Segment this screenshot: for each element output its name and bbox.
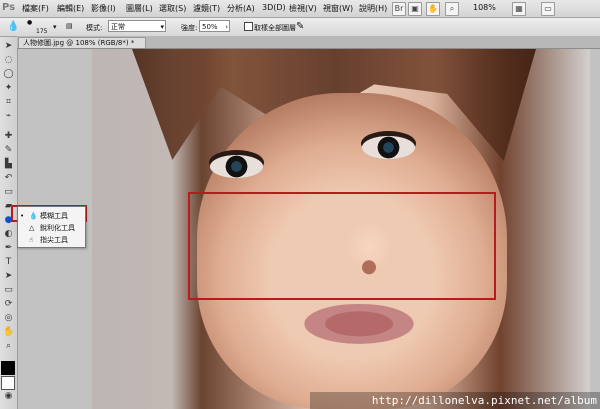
screen-mode-button[interactable]: ▭ bbox=[541, 2, 555, 16]
arrange-documents-button[interactable]: ▦ bbox=[512, 2, 526, 16]
healing-tool-icon[interactable]: ✚ bbox=[3, 131, 14, 142]
mode-label: 模式: bbox=[86, 24, 103, 32]
3d-rotate-tool-icon[interactable]: ⟳ bbox=[3, 299, 14, 310]
document-tab[interactable]: 人物修圖.jpg @ 108% (RGB/8*) * bbox=[18, 37, 146, 48]
sample-all-layers-label: 取樣全部圖層 bbox=[254, 24, 296, 32]
background-color-swatch[interactable] bbox=[1, 376, 15, 390]
move-tool-icon[interactable]: ➤ bbox=[3, 41, 14, 52]
strength-value: 50% bbox=[202, 23, 218, 31]
menu-analysis[interactable]: 分析(A) bbox=[227, 3, 255, 14]
mode-select[interactable]: 正常 ▾ bbox=[108, 20, 166, 32]
sharpen-tool-menu-icon: △ bbox=[29, 224, 35, 232]
right-eye bbox=[362, 136, 415, 159]
document-tab-bar: 人物修圖.jpg @ 108% (RGB/8*) * bbox=[17, 36, 600, 49]
menu-3d[interactable]: 3D(D) bbox=[262, 3, 286, 12]
brush-tool-icon[interactable]: ✎ bbox=[3, 145, 14, 156]
mini-bridge-button[interactable]: ▣ bbox=[408, 2, 422, 16]
pen-tool-icon[interactable]: ✒ bbox=[3, 243, 14, 254]
crop-tool-icon[interactable]: ⌗ bbox=[3, 97, 14, 108]
lasso-tool-icon[interactable]: ◯ bbox=[3, 69, 14, 80]
foreground-color-swatch[interactable] bbox=[1, 361, 15, 375]
path-selection-tool-icon[interactable]: ➤ bbox=[3, 271, 14, 282]
menu-window[interactable]: 視窗(W) bbox=[323, 3, 353, 14]
quick-mask-icon[interactable]: ◉ bbox=[3, 391, 14, 402]
tools-panel: ➤ ◌ ◯ ✦ ⌗ ⌁ ✚ ✎ ▙ ↶ ▭ ▰ ● ◐ ✒ T ➤ ▭ ⟳ ◎ … bbox=[0, 37, 18, 409]
selected-tool-bullet-icon: • bbox=[20, 212, 25, 220]
mode-dropdown-icon: ▾ bbox=[160, 23, 164, 31]
menu-filter[interactable]: 濾鏡(T) bbox=[193, 3, 220, 14]
zoom-level[interactable]: 108% bbox=[473, 3, 496, 12]
shape-tool-icon[interactable]: ▭ bbox=[3, 285, 14, 296]
tool-flyout-menu: • 💧 模糊工具 △ 銳利化工具 ☝ 指尖工具 bbox=[17, 206, 86, 248]
menu-image[interactable]: 影像(I) bbox=[91, 3, 116, 14]
pressure-brush-icon[interactable]: ✎ bbox=[296, 21, 304, 32]
lips-shape bbox=[293, 304, 425, 348]
photoshop-logo: Ps bbox=[2, 2, 16, 13]
menu-select[interactable]: 選取(S) bbox=[159, 3, 186, 14]
stamp-tool-icon[interactable]: ▙ bbox=[3, 159, 14, 170]
smudge-icon: ☝ bbox=[29, 236, 34, 244]
blur-tool-icon[interactable]: 💧 bbox=[7, 21, 19, 32]
menu-edit[interactable]: 編輯(E) bbox=[57, 3, 84, 14]
menu-view[interactable]: 檢視(V) bbox=[289, 3, 317, 14]
mode-value: 正常 bbox=[111, 23, 125, 31]
sample-all-layers-checkbox[interactable] bbox=[244, 22, 253, 31]
hand-tool-icon[interactable]: ✋ bbox=[3, 327, 14, 338]
history-brush-tool-icon[interactable]: ↶ bbox=[3, 173, 14, 184]
hand-tool-button[interactable]: ✋ bbox=[426, 2, 440, 16]
menu-layer[interactable]: 圖層(L) bbox=[126, 3, 153, 14]
menu-help[interactable]: 說明(H) bbox=[359, 3, 387, 14]
strength-label: 強度: bbox=[181, 24, 198, 32]
sharpen-tool-menu-item[interactable]: 銳利化工具 bbox=[40, 223, 75, 233]
brush-size: 175 bbox=[36, 28, 48, 35]
3d-camera-tool-icon[interactable]: ◎ bbox=[3, 313, 14, 324]
blur-tool-menu-item[interactable]: 模糊工具 bbox=[40, 211, 68, 221]
watermark: http://dillonelva.pixnet.net/album bbox=[310, 392, 600, 409]
magic-wand-tool-icon[interactable]: ✦ bbox=[3, 83, 14, 94]
type-tool-icon[interactable]: T bbox=[3, 257, 14, 268]
dodge-tool-icon[interactable]: ◐ bbox=[3, 229, 14, 240]
menu-file[interactable]: 檔案(F) bbox=[22, 3, 49, 14]
zoom-tool-button[interactable]: ⌕ bbox=[445, 2, 459, 16]
bridge-button[interactable]: Br bbox=[392, 2, 406, 16]
brush-preset-icon[interactable]: ● bbox=[27, 19, 32, 26]
strength-input[interactable]: 50% › bbox=[199, 20, 230, 32]
brush-dropdown-icon[interactable]: ▾ bbox=[53, 23, 57, 31]
brush-panel-icon[interactable]: ▤ bbox=[66, 22, 73, 30]
selected-area-highlight bbox=[188, 192, 496, 300]
menu-bar: Ps 檔案(F) 編輯(E) 影像(I) 圖層(L) 選取(S) 濾鏡(T) 分… bbox=[0, 0, 600, 18]
eyedropper-tool-icon[interactable]: ⌁ bbox=[3, 111, 14, 122]
document-title: 人物修圖.jpg @ 108% (RGB/8*) * bbox=[23, 39, 135, 47]
smudge-tool-menu-item[interactable]: 指尖工具 bbox=[40, 235, 68, 245]
options-bar: 💧 ● 175 ▾ ▤ 模式: 正常 ▾ 強度: 50% › 取樣全部圖層 ✎ bbox=[0, 18, 600, 37]
marquee-tool-icon[interactable]: ◌ bbox=[3, 55, 14, 66]
strength-arrow-icon: › bbox=[225, 23, 228, 31]
zoom-tool-icon[interactable]: ⌕ bbox=[3, 341, 14, 352]
left-eye bbox=[210, 155, 263, 178]
blur-tool-menu-icon: 💧 bbox=[29, 212, 38, 220]
eraser-tool-icon[interactable]: ▭ bbox=[3, 187, 14, 198]
